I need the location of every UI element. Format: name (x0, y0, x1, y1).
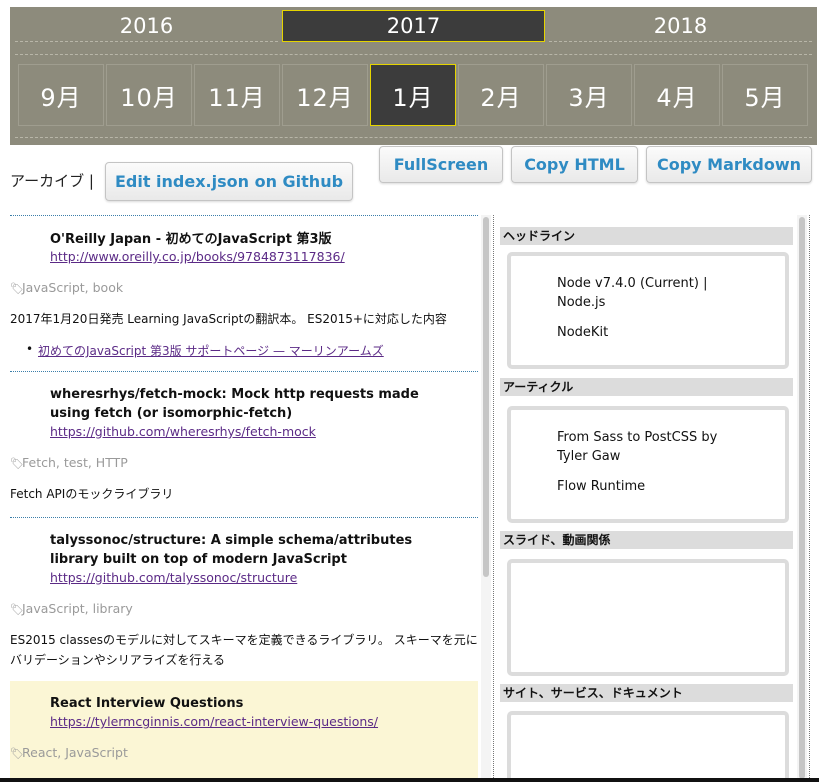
article-tags: 🏷︎JavaScript, library (10, 601, 133, 616)
sidebar-scrollbar[interactable] (797, 215, 807, 782)
sidebar: ヘッドライン Node v7.4.0 (Current) | Node.js N… (500, 225, 793, 782)
article-tags: 🏷︎React, JavaScript (10, 745, 128, 760)
archive-label: アーカイブ | (10, 172, 94, 190)
edit-index-json-button[interactable]: Edit index.json on Github (105, 162, 353, 201)
year-2016[interactable]: 2016 (15, 10, 278, 42)
month-apr[interactable]: 4月 (634, 64, 720, 126)
month-nov[interactable]: 11月 (194, 64, 280, 126)
article-list: O'Reilly Japan - 初めてのJavaScript 第3版 http… (10, 215, 478, 782)
bottom-edge (0, 778, 819, 782)
sidebar-link[interactable]: Node v7.4.0 (Current) | Node.js (557, 274, 727, 312)
tag-icon: 🏷︎ (10, 282, 24, 295)
tag-icon: 🏷︎ (10, 457, 24, 470)
year-row: 2016 2017 2018 (10, 7, 817, 45)
article-url[interactable]: https://tylermcginnis.com/react-intervie… (50, 714, 378, 729)
sidebar-link[interactable]: NodeKit (557, 323, 757, 342)
tag-icon: 🏷︎ (10, 603, 24, 616)
section-header-sites: サイト、サービス、ドキュメント (500, 684, 793, 702)
month-jan-active[interactable]: 1月 (370, 64, 456, 126)
section-header-headline: ヘッドライン (500, 227, 793, 245)
article-tags-text: React, JavaScript (22, 745, 128, 760)
article-url[interactable]: https://github.com/talyssonoc/structure (50, 570, 297, 585)
month-feb[interactable]: 2月 (458, 64, 544, 126)
month-dec[interactable]: 12月 (282, 64, 368, 126)
column-divider (493, 215, 494, 782)
article-description: 2017年1月20日発売 Learning JavaScriptの翻訳本。 ES… (10, 312, 447, 326)
article-title[interactable]: talyssonoc/structure: A simple schema/at… (50, 531, 440, 569)
article-url[interactable]: http://www.oreilly.co.jp/books/978487311… (50, 249, 345, 264)
article-related-link[interactable]: 初めてのJavaScript 第3版 サポートページ — マーリンアームズ (26, 342, 384, 359)
copy-html-button[interactable]: Copy HTML (511, 146, 638, 183)
timeline-divider (15, 54, 812, 55)
article-title[interactable]: wheresrhys/fetch-mock: Mock http request… (50, 385, 440, 423)
timeline-bottom-divider (15, 137, 812, 138)
article-url[interactable]: https://github.com/wheresrhys/fetch-mock (50, 424, 316, 439)
article-description: Fetch APIのモックライブラリ (10, 487, 174, 501)
section-header-slides: スライド、動画関係 (500, 531, 793, 549)
month-row: 9月 10月 11月 12月 1月 2月 3月 4月 5月 (10, 64, 817, 126)
article-item: wheresrhys/fetch-mock: Mock http request… (10, 371, 478, 517)
article-tags-text: JavaScript, library (22, 601, 133, 616)
month-oct[interactable]: 10月 (106, 64, 192, 126)
section-box-article: From Sass to PostCSS by Tyler Gaw Flow R… (507, 406, 789, 523)
sidebar-link[interactable]: From Sass to PostCSS by Tyler Gaw (557, 428, 737, 466)
copy-markdown-button[interactable]: Copy Markdown (646, 146, 812, 183)
article-list-scrollbar[interactable] (481, 215, 491, 782)
article-item-highlighted: React Interview Questions https://tylerm… (10, 681, 478, 782)
year-2017-active[interactable]: 2017 (282, 10, 545, 42)
article-item: talyssonoc/structure: A simple schema/at… (10, 517, 478, 681)
month-mar[interactable]: 3月 (546, 64, 632, 126)
article-title[interactable]: O'Reilly Japan - 初めてのJavaScript 第3版 (50, 230, 450, 249)
scrollbar-thumb[interactable] (799, 217, 805, 779)
section-box-sites (507, 711, 789, 782)
month-sep[interactable]: 9月 (18, 64, 104, 126)
timeline-nav: 2016 2017 2018 9月 10月 11月 12月 1月 2月 3月 4… (10, 7, 817, 145)
section-header-article: アーティクル (500, 378, 793, 396)
article-tags-text: JavaScript, book (22, 280, 124, 295)
article-tags: 🏷︎Fetch, test, HTTP (10, 455, 128, 470)
fullscreen-button[interactable]: FullScreen (379, 146, 503, 183)
sidebar-link[interactable]: Flow Runtime (557, 477, 757, 496)
section-box-slides (507, 559, 789, 676)
scrollbar-thumb[interactable] (483, 217, 489, 577)
article-tags: 🏷︎JavaScript, book (10, 280, 123, 295)
article-tags-text: Fetch, test, HTTP (22, 455, 128, 470)
article-description: ES2015 classesのモデルに対してスキーマを定義できるライブラリ。 ス… (10, 633, 478, 667)
right-edge-divider (809, 215, 810, 782)
article-title[interactable]: React Interview Questions (50, 694, 450, 713)
section-box-headline: Node v7.4.0 (Current) | Node.js NodeKit (507, 252, 789, 369)
tag-icon: 🏷︎ (10, 747, 24, 760)
month-may[interactable]: 5月 (722, 64, 808, 126)
article-item: O'Reilly Japan - 初めてのJavaScript 第3版 http… (10, 215, 478, 371)
year-2018[interactable]: 2018 (549, 10, 812, 42)
